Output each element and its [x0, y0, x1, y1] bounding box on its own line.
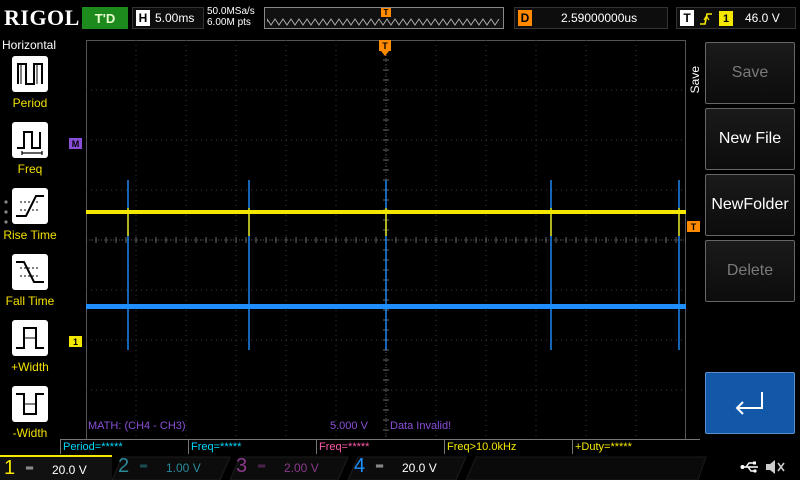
math-expression: MATH: (CH4 - CH3) [88, 420, 186, 432]
measure-negative-width[interactable]: -Width [0, 386, 60, 448]
math-scale: 5.000 V [330, 420, 368, 432]
measure-period-label: Period [12, 96, 48, 110]
measurement-freq-3[interactable]: Freq>10.0kHz [444, 439, 572, 454]
math-offset-marker[interactable]: M [69, 138, 82, 149]
trigger-position-marker: T [381, 8, 391, 17]
delay-display[interactable]: D 2.59000000us [514, 7, 668, 29]
horizontal-letter: H [136, 10, 150, 26]
channel-4-number: 4 [354, 455, 366, 477]
rigol-logo: RIGOL [4, 5, 80, 30]
rise-time-icon [12, 188, 48, 224]
dc-coupling-icon: ═ [376, 461, 384, 472]
return-button[interactable] [705, 372, 795, 434]
svg-text:T: T [382, 41, 388, 51]
trigger-position-top-icon: T [379, 40, 391, 56]
fall-time-icon [12, 254, 48, 290]
math-status: Data Invalid! [390, 420, 452, 432]
ch4-trace [86, 304, 686, 309]
measure-fall-time[interactable]: Fall Time [0, 254, 60, 316]
channel-1-number: 1 [4, 457, 16, 479]
memory-waveform-icon [267, 18, 500, 26]
channel-1-scale: 20.0 V [52, 463, 87, 477]
channel-2-number: 2 [118, 455, 130, 477]
delete-button[interactable]: Delete [705, 240, 795, 302]
measure-period[interactable]: Period [0, 56, 60, 118]
horizontal-measure-menu: Horizontal Period Freq Rise Time Fall Ti… [0, 36, 60, 456]
trigger-level-marker[interactable]: T [687, 221, 700, 232]
measure-negative-width-label: -Width [12, 426, 48, 440]
channel-1-tab[interactable]: 1 ═ 20.0 V [0, 455, 112, 480]
channel-3-number: 3 [236, 455, 248, 477]
return-arrow-icon [735, 392, 763, 415]
memory-overview: T [264, 7, 504, 29]
channel-bar-filler [466, 456, 707, 480]
measure-positive-width-label: +Width [11, 360, 49, 374]
graticule [86, 40, 686, 440]
channel-2-scale: 1.00 V [166, 461, 201, 475]
menu-title: Horizontal [2, 38, 57, 52]
run-status-badge[interactable]: T'D [82, 7, 128, 29]
rising-edge-icon [700, 13, 712, 25]
measure-freq-label: Freq [17, 162, 43, 176]
measurement-period[interactable]: Period=***** [60, 439, 188, 454]
save-button[interactable]: Save [705, 42, 795, 104]
measure-fall-time-label: Fall Time [5, 294, 55, 308]
dc-coupling-icon: ═ [140, 461, 148, 472]
speaker-muted-icon[interactable] [764, 457, 786, 477]
ch1-offset-marker[interactable]: 1 [69, 336, 82, 347]
channel-4-scale: 20.0 V [402, 461, 437, 475]
panel-title: Save [688, 66, 702, 94]
delay-value: 2.59000000us [561, 11, 638, 25]
dc-coupling-icon: ═ [258, 461, 266, 472]
timebase-display[interactable]: H 5.00ms [132, 7, 204, 29]
waveform-display[interactable] [86, 40, 686, 440]
freq-icon [12, 122, 48, 158]
positive-width-icon [12, 320, 48, 356]
channel-2-tab[interactable]: 2 ═ 1.00 V [114, 455, 228, 480]
measurement-duty[interactable]: +Duty=***** [572, 439, 700, 454]
measurement-freq-2[interactable]: Freq=***** [316, 439, 444, 454]
measure-rise-time-label: Rise Time [3, 228, 57, 242]
top-status-bar: RIGOL T'D H 5.00ms 50.0MSa/s 6.00M pts T… [0, 0, 800, 36]
new-file-button[interactable]: New File [705, 108, 795, 170]
channel-4-tab[interactable]: 4 ═ 20.0 V [350, 455, 464, 480]
usb-icon [740, 461, 758, 473]
acquisition-info: 50.0MSa/s 6.00M pts [207, 6, 255, 28]
new-folder-button[interactable]: NewFolder [705, 174, 795, 236]
trigger-level-value: 46.0 V [745, 11, 780, 25]
measurement-bar: Period=***** Freq=***** Freq=***** Freq>… [60, 439, 700, 454]
timebase-value: 5.00ms [155, 11, 195, 25]
measurement-freq-1[interactable]: Freq=***** [188, 439, 316, 454]
sample-rate: 50.0MSa/s [207, 6, 255, 17]
memory-depth: 6.00M pts [207, 17, 251, 28]
trigger-letter: T [680, 10, 694, 26]
channel-3-scale: 2.00 V [284, 461, 319, 475]
trigger-display[interactable]: T 1 46.0 V [676, 7, 796, 29]
channel-bar: 1 ═ 20.0 V 2 ═ 1.00 V 3 ═ 2.00 V 4 ═ 20.… [0, 455, 800, 480]
dc-coupling-icon: ═ [26, 463, 34, 474]
measure-rise-time[interactable]: Rise Time [0, 188, 60, 250]
trigger-source: 1 [719, 11, 733, 26]
negative-width-icon [12, 386, 48, 422]
period-icon [12, 56, 48, 92]
channel-3-tab[interactable]: 3 ═ 2.00 V [232, 455, 346, 480]
delay-letter: D [518, 10, 532, 26]
measure-freq[interactable]: Freq [0, 122, 60, 184]
measure-positive-width[interactable]: +Width [0, 320, 60, 382]
